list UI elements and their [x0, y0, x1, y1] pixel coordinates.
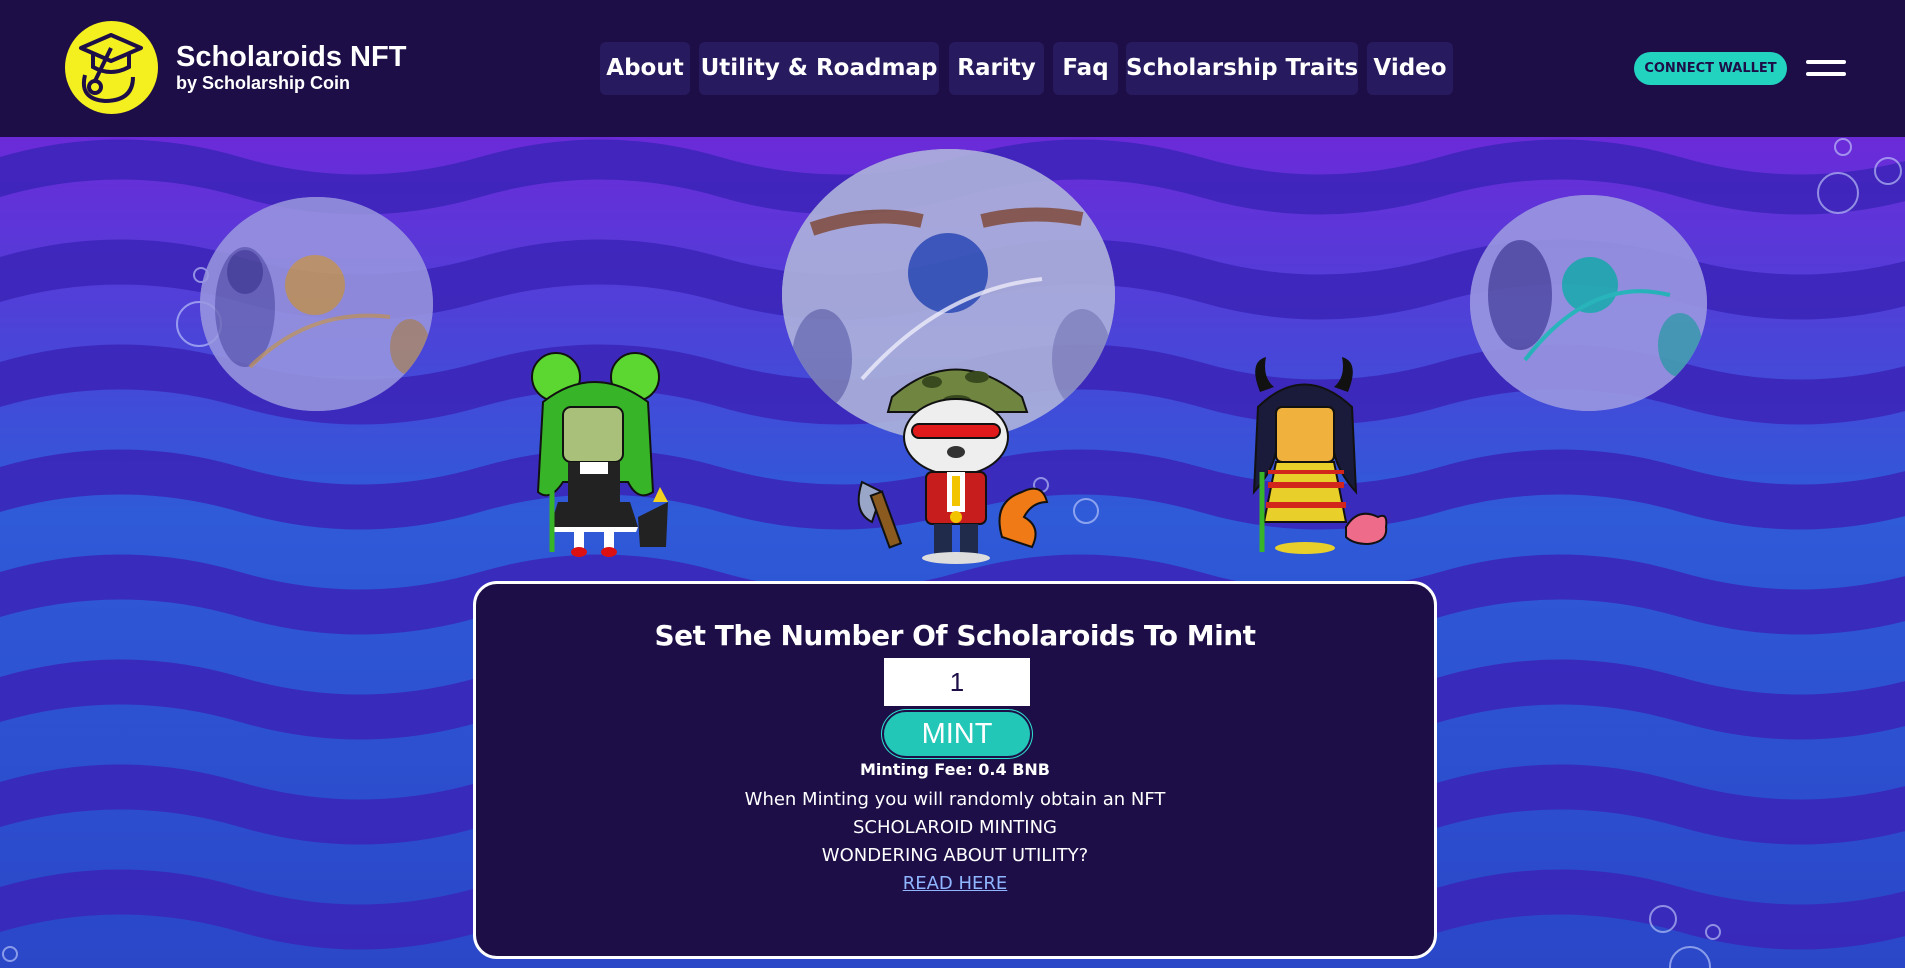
nav-faq[interactable]: Faq	[1053, 42, 1118, 95]
green-haired-scholaroid	[528, 352, 678, 566]
mint-title: Set The Number Of Scholaroids To Mint	[654, 619, 1256, 652]
mint-section-label: SCHOLAROID MINTING	[852, 817, 1058, 838]
brand-title[interactable]: Scholaroids NFT	[176, 40, 406, 74]
nav-about[interactable]: About	[600, 42, 690, 95]
connect-wallet-button[interactable]: CONNECT WALLET	[1634, 52, 1787, 85]
nav-scholarship-traits[interactable]: Scholarship Traits	[1126, 42, 1358, 95]
helmet-scholaroid	[852, 352, 1058, 571]
scholarship-logo-icon[interactable]	[65, 21, 158, 114]
horned-scholaroid	[1238, 352, 1393, 566]
minting-fee-label: Minting Fee: 0.4 BNB	[860, 760, 1050, 779]
hamburger-menu-icon[interactable]	[1806, 58, 1846, 80]
utility-question: WONDERING ABOUT UTILITY?	[821, 845, 1089, 866]
read-here-link[interactable]: READ HERE	[903, 873, 1008, 894]
brand-subtitle: by Scholarship Coin	[176, 73, 351, 93]
mint-quantity-input[interactable]	[884, 658, 1030, 706]
nav-video[interactable]: Video	[1367, 42, 1453, 95]
right-photo-orb	[1470, 195, 1707, 411]
site-header: Scholaroids NFT by Scholarship Coin Abou…	[0, 0, 1905, 137]
left-photo-orb	[200, 197, 433, 411]
nav-rarity[interactable]: Rarity	[949, 42, 1044, 95]
mint-panel: Set The Number Of Scholaroids To Mint MI…	[473, 581, 1437, 959]
nav-utility-roadmap[interactable]: Utility & Roadmap	[699, 42, 939, 95]
mint-description: When Minting you will randomly obtain an…	[744, 789, 1166, 810]
mint-button[interactable]: MINT	[884, 712, 1030, 756]
